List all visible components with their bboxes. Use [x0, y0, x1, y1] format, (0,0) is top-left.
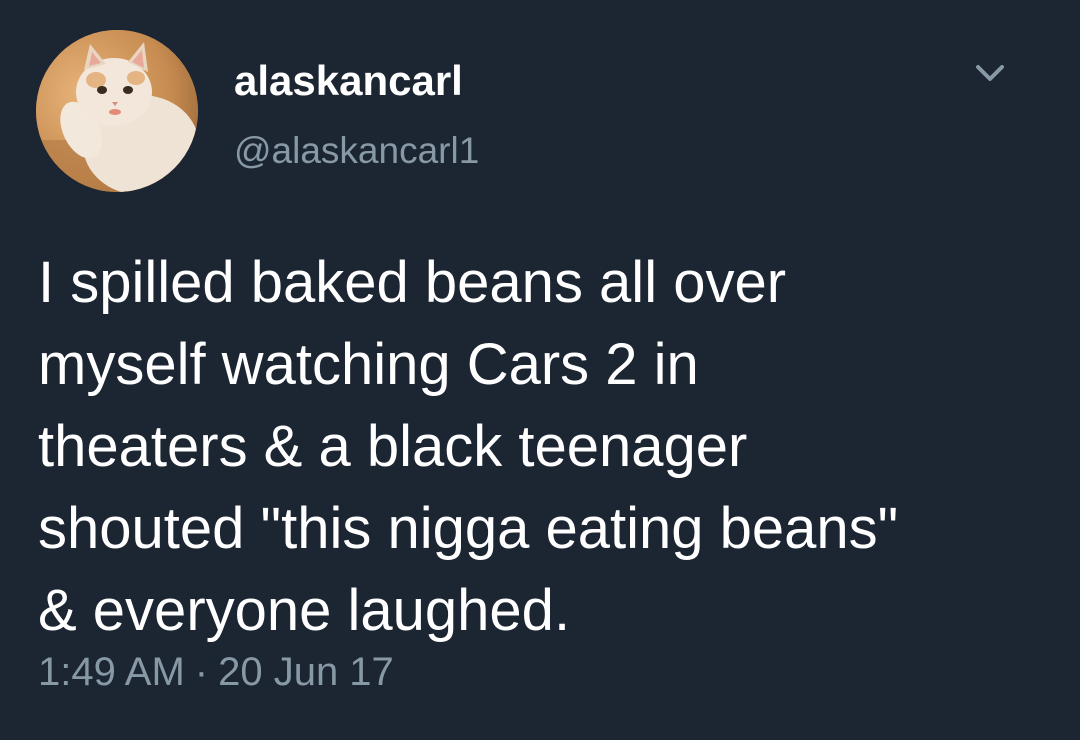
tweet-card: alaskancarl @alaskancarl1 I spilled bake…: [0, 0, 1080, 740]
cat-avatar-icon[interactable]: [36, 30, 198, 192]
user-handle[interactable]: @alaskancarl1: [234, 132, 479, 169]
display-name[interactable]: alaskancarl: [234, 60, 463, 102]
tweet-date: 20 Jun 17: [218, 650, 394, 694]
timestamp-separator: ·: [194, 650, 209, 694]
chevron-down-icon[interactable]: [970, 58, 1010, 88]
tweet-text: I spilled baked beans all over myself wa…: [38, 250, 899, 643]
tweet-timestamp[interactable]: 1:49 AM · 20 Jun 17: [38, 652, 394, 692]
tweet-time: 1:49 AM: [38, 650, 185, 694]
